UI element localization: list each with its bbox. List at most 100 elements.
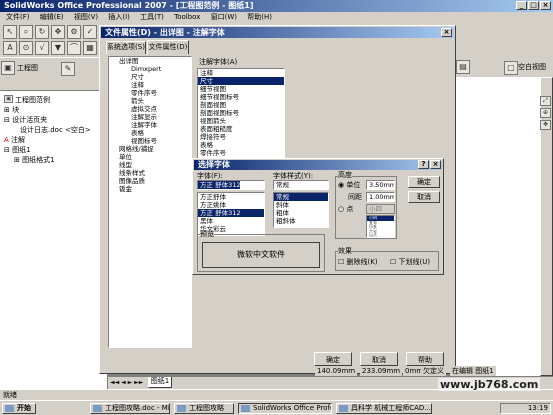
- unit-input[interactable]: 3.50mm: [366, 180, 395, 190]
- category-line-font[interactable]: 线型: [109, 161, 191, 169]
- category-notes[interactable]: 注释: [109, 81, 191, 89]
- annotation-font-item[interactable]: 剖面视图标号: [198, 109, 284, 117]
- category-view-labels[interactable]: 视图标号: [109, 137, 191, 145]
- category-annotation-display[interactable]: 注解显示: [109, 113, 191, 121]
- underline-checkbox[interactable]: ☐ 下划线(U): [390, 258, 430, 267]
- tree-item-sheet[interactable]: ⊟ 图纸1: [0, 145, 107, 155]
- spacing-input[interactable]: 1.00mm: [366, 192, 395, 202]
- expand-icon[interactable]: ⊞: [4, 106, 12, 114]
- category-dimensions[interactable]: 尺寸: [109, 73, 191, 81]
- sheet-nav-icons[interactable]: ◄◄ ◄ ► ►►: [110, 379, 143, 386]
- annotation-font-list[interactable]: 注释 尺寸 细节视图 细节视图标号 剖面视图 剖面视图标号 视图箭头 表面粗糙度…: [197, 68, 285, 166]
- points-input[interactable]: 小四: [366, 204, 395, 214]
- menu-insert[interactable]: 插入(I): [108, 13, 130, 21]
- category-arrows[interactable]: 箭头: [109, 97, 191, 105]
- category-balloons[interactable]: 零件序号: [109, 89, 191, 97]
- tree-item-annotations[interactable]: A 注解: [0, 135, 107, 145]
- annotation-font-item[interactable]: 表格: [198, 141, 284, 149]
- balloon-icon[interactable]: ⊙: [19, 41, 33, 55]
- category-detailing[interactable]: 出详图: [109, 57, 191, 65]
- minimize-button[interactable]: _: [516, 1, 527, 10]
- blank-view-label[interactable]: 空白视图: [518, 63, 546, 72]
- font-style-item-selected[interactable]: 常规: [274, 193, 328, 201]
- annotation-font-item[interactable]: 细节视图: [198, 85, 284, 93]
- category-sheet-metal[interactable]: 钣金: [109, 185, 191, 193]
- pan-icon[interactable]: ✥: [51, 25, 65, 39]
- tab-document-properties[interactable]: 文件属性(D): [147, 40, 189, 54]
- annotation-font-item[interactable]: 剖面视图: [198, 101, 284, 109]
- font-list-item[interactable]: 方正姚体: [198, 201, 264, 209]
- category-grid-snap[interactable]: 网格线/捕捉: [109, 145, 191, 153]
- expand-icon[interactable]: ⊟: [4, 146, 12, 154]
- taskbar-word[interactable]: 工程图攻略.doc - Micro...: [90, 403, 170, 414]
- zoom-area-icon[interactable]: ⊕: [540, 108, 551, 118]
- category-dimxpert[interactable]: Dimxpert: [109, 65, 191, 73]
- points-list[interactable]: 小四 五号 小五 六号 小六: [366, 215, 395, 238]
- category-tables[interactable]: 表格: [109, 129, 191, 137]
- font-style-list[interactable]: 常规 斜体 粗体 粗斜体: [273, 192, 329, 228]
- maximize-button[interactable]: □: [528, 1, 539, 10]
- taskbar-cad[interactable]: 具科学 机械工程师CAD...: [336, 403, 432, 414]
- tab-drawing[interactable]: 工程图: [17, 64, 38, 73]
- doc-props-category-list[interactable]: 出详图 Dimxpert 尺寸 注释 零件序号 箭头 虚拟交点 注解显示 注解字…: [108, 56, 192, 348]
- surface-finish-icon[interactable]: √: [35, 41, 49, 55]
- close-button[interactable]: ×: [540, 1, 551, 10]
- sketch-icon[interactable]: ✎: [61, 62, 75, 76]
- menu-help[interactable]: 帮助(H): [247, 13, 272, 21]
- font-style-item[interactable]: 粗体: [274, 209, 328, 217]
- font-style-item[interactable]: 斜体: [274, 201, 328, 209]
- font-ok-button[interactable]: 确定: [408, 176, 440, 188]
- note-icon[interactable]: A: [3, 41, 17, 55]
- expand-icon[interactable]: ⊞: [14, 156, 22, 164]
- annotation-font-item[interactable]: 表面粗糙度: [198, 125, 284, 133]
- drawing-canvas[interactable]: [455, 77, 553, 376]
- annotation-font-item[interactable]: 细节视图标号: [198, 93, 284, 101]
- font-style-input[interactable]: 常规: [273, 180, 329, 190]
- font-list-item[interactable]: 黑体: [198, 217, 264, 225]
- doc-props-cancel-button[interactable]: 取消: [360, 352, 398, 366]
- taskbar-solidworks[interactable]: SolidWorks Office Profes...: [238, 403, 332, 414]
- annotation-font-item-selected[interactable]: 尺寸: [198, 77, 284, 85]
- menu-view[interactable]: 视图(V): [74, 13, 98, 21]
- expand-icon[interactable]: ⊟: [4, 116, 12, 124]
- annotation-font-item[interactable]: 零件序号: [198, 149, 284, 157]
- menu-tools[interactable]: 工具(T): [140, 13, 164, 21]
- category-virtual-sharps[interactable]: 虚拟交点: [109, 105, 191, 113]
- rotate-icon[interactable]: ↻: [35, 25, 49, 39]
- options-icon[interactable]: ✓: [83, 25, 97, 39]
- strikeout-checkbox[interactable]: ☐ 删除线(K): [338, 258, 378, 267]
- category-annotation-font[interactable]: 注解字体: [109, 121, 191, 129]
- font-list-item[interactable]: 方正舒体: [198, 193, 264, 201]
- font-style-item[interactable]: 粗斜体: [274, 217, 328, 225]
- font-dialog-help-button[interactable]: ?: [418, 160, 429, 169]
- taskbar-folder[interactable]: 工程图攻略: [174, 403, 234, 414]
- select-icon[interactable]: ↖: [3, 25, 17, 39]
- zoom-fit-icon[interactable]: ⤢: [540, 96, 551, 106]
- doc-props-help-button[interactable]: 帮助: [406, 352, 444, 366]
- annotation-font-item[interactable]: 视图箭头: [198, 117, 284, 125]
- annotation-font-item[interactable]: 焊接符号: [198, 133, 284, 141]
- font-dialog-close-button[interactable]: ×: [430, 160, 441, 169]
- menu-file[interactable]: 文件(F): [6, 13, 30, 21]
- pan-view-icon[interactable]: ✥: [540, 120, 551, 130]
- start-button[interactable]: 开始: [2, 403, 36, 414]
- tree-item-journal[interactable]: 设计日志.doc <空白>: [0, 125, 107, 135]
- weld-icon[interactable]: ⌒: [67, 41, 81, 55]
- unit-radio[interactable]: ◉ 单位: [338, 181, 360, 190]
- rebuild-icon[interactable]: ⚙: [67, 25, 81, 39]
- annotation-font-item[interactable]: 注释: [198, 69, 284, 77]
- datum-icon[interactable]: ▼: [51, 41, 65, 55]
- drawing-icon[interactable]: ▣: [1, 61, 15, 75]
- font-list-item-selected[interactable]: 方正 舒体312: [198, 209, 264, 217]
- category-units[interactable]: 单位: [109, 153, 191, 161]
- doc-props-ok-button[interactable]: 确定: [314, 352, 352, 366]
- category-line-style[interactable]: 线条样式: [109, 169, 191, 177]
- menu-toolbox[interactable]: Toolbox: [174, 13, 200, 21]
- category-image-quality[interactable]: 图像品质: [109, 177, 191, 185]
- doc-props-close-button[interactable]: ×: [441, 28, 452, 37]
- hatch-icon[interactable]: ▦: [83, 41, 97, 55]
- font-cancel-button[interactable]: 取消: [408, 191, 440, 203]
- menu-window[interactable]: 窗口(W): [211, 13, 237, 21]
- points-radio[interactable]: ○ 点: [338, 205, 353, 214]
- zoom-icon[interactable]: ⌕: [19, 25, 33, 39]
